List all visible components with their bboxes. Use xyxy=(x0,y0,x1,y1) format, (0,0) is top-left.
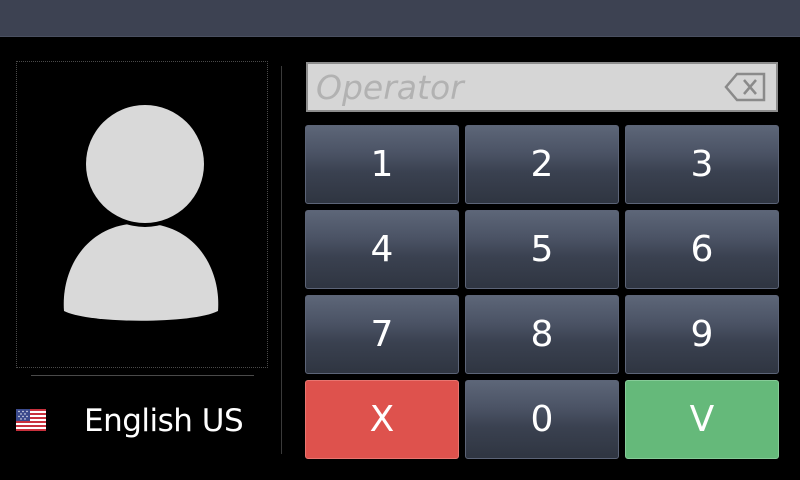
vertical-divider xyxy=(281,66,282,454)
key-8[interactable]: 8 xyxy=(465,295,619,374)
us-flag-icon xyxy=(16,409,46,431)
avatar-frame xyxy=(16,61,268,368)
language-label: English US xyxy=(84,403,244,439)
key-0[interactable]: 0 xyxy=(465,380,619,459)
user-avatar-icon xyxy=(63,103,219,321)
key-7[interactable]: 7 xyxy=(305,295,459,374)
key-6[interactable]: 6 xyxy=(625,210,779,289)
left-divider xyxy=(31,375,254,376)
top-bar xyxy=(0,0,800,37)
confirm-button[interactable]: V xyxy=(625,380,779,459)
operator-input[interactable] xyxy=(308,64,708,110)
backspace-icon[interactable] xyxy=(724,71,768,103)
cancel-button[interactable]: X xyxy=(305,380,459,459)
key-5[interactable]: 5 xyxy=(465,210,619,289)
operator-input-box xyxy=(306,62,778,112)
key-2[interactable]: 2 xyxy=(465,125,619,204)
key-9[interactable]: 9 xyxy=(625,295,779,374)
key-3[interactable]: 3 xyxy=(625,125,779,204)
language-selector[interactable]: English US xyxy=(16,400,268,444)
key-4[interactable]: 4 xyxy=(305,210,459,289)
key-1[interactable]: 1 xyxy=(305,125,459,204)
